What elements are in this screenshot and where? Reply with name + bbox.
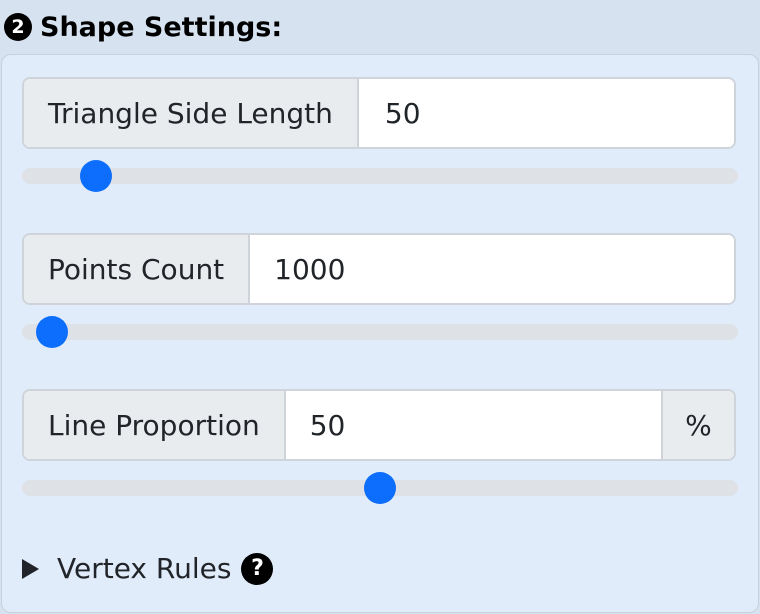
section-header: 2 Shape Settings: bbox=[0, 0, 760, 54]
slider-thumb[interactable] bbox=[80, 160, 113, 192]
points-count-input[interactable] bbox=[250, 235, 734, 303]
vertex-rules-disclosure[interactable]: Vertex Rules ? bbox=[22, 552, 274, 585]
section-title: Shape Settings: bbox=[40, 11, 283, 43]
slider-track[interactable] bbox=[22, 168, 738, 184]
slider-thumb[interactable] bbox=[364, 472, 396, 504]
triangle-side-length-label: Triangle Side Length bbox=[24, 79, 359, 147]
help-icon[interactable]: ? bbox=[241, 552, 274, 585]
slider-track[interactable] bbox=[22, 324, 738, 340]
points-count-group: Points Count bbox=[22, 233, 736, 305]
percent-suffix: % bbox=[660, 391, 734, 459]
triangle-side-length-slider[interactable] bbox=[22, 160, 738, 192]
points-count-slider[interactable] bbox=[22, 316, 738, 348]
slider-thumb[interactable] bbox=[36, 316, 69, 348]
line-proportion-group: Line Proportion % bbox=[22, 389, 736, 461]
line-proportion-input[interactable] bbox=[285, 391, 661, 459]
step-number-badge: 2 bbox=[4, 13, 32, 41]
points-count-label: Points Count bbox=[24, 235, 251, 303]
line-proportion-label: Line Proportion bbox=[24, 391, 286, 459]
vertex-rules-label[interactable]: Vertex Rules bbox=[57, 552, 231, 585]
triangle-side-length-input[interactable] bbox=[358, 79, 734, 147]
line-proportion-slider[interactable] bbox=[22, 472, 738, 504]
triangle-side-length-group: Triangle Side Length bbox=[22, 77, 736, 149]
disclosure-triangle-icon[interactable] bbox=[22, 558, 39, 579]
